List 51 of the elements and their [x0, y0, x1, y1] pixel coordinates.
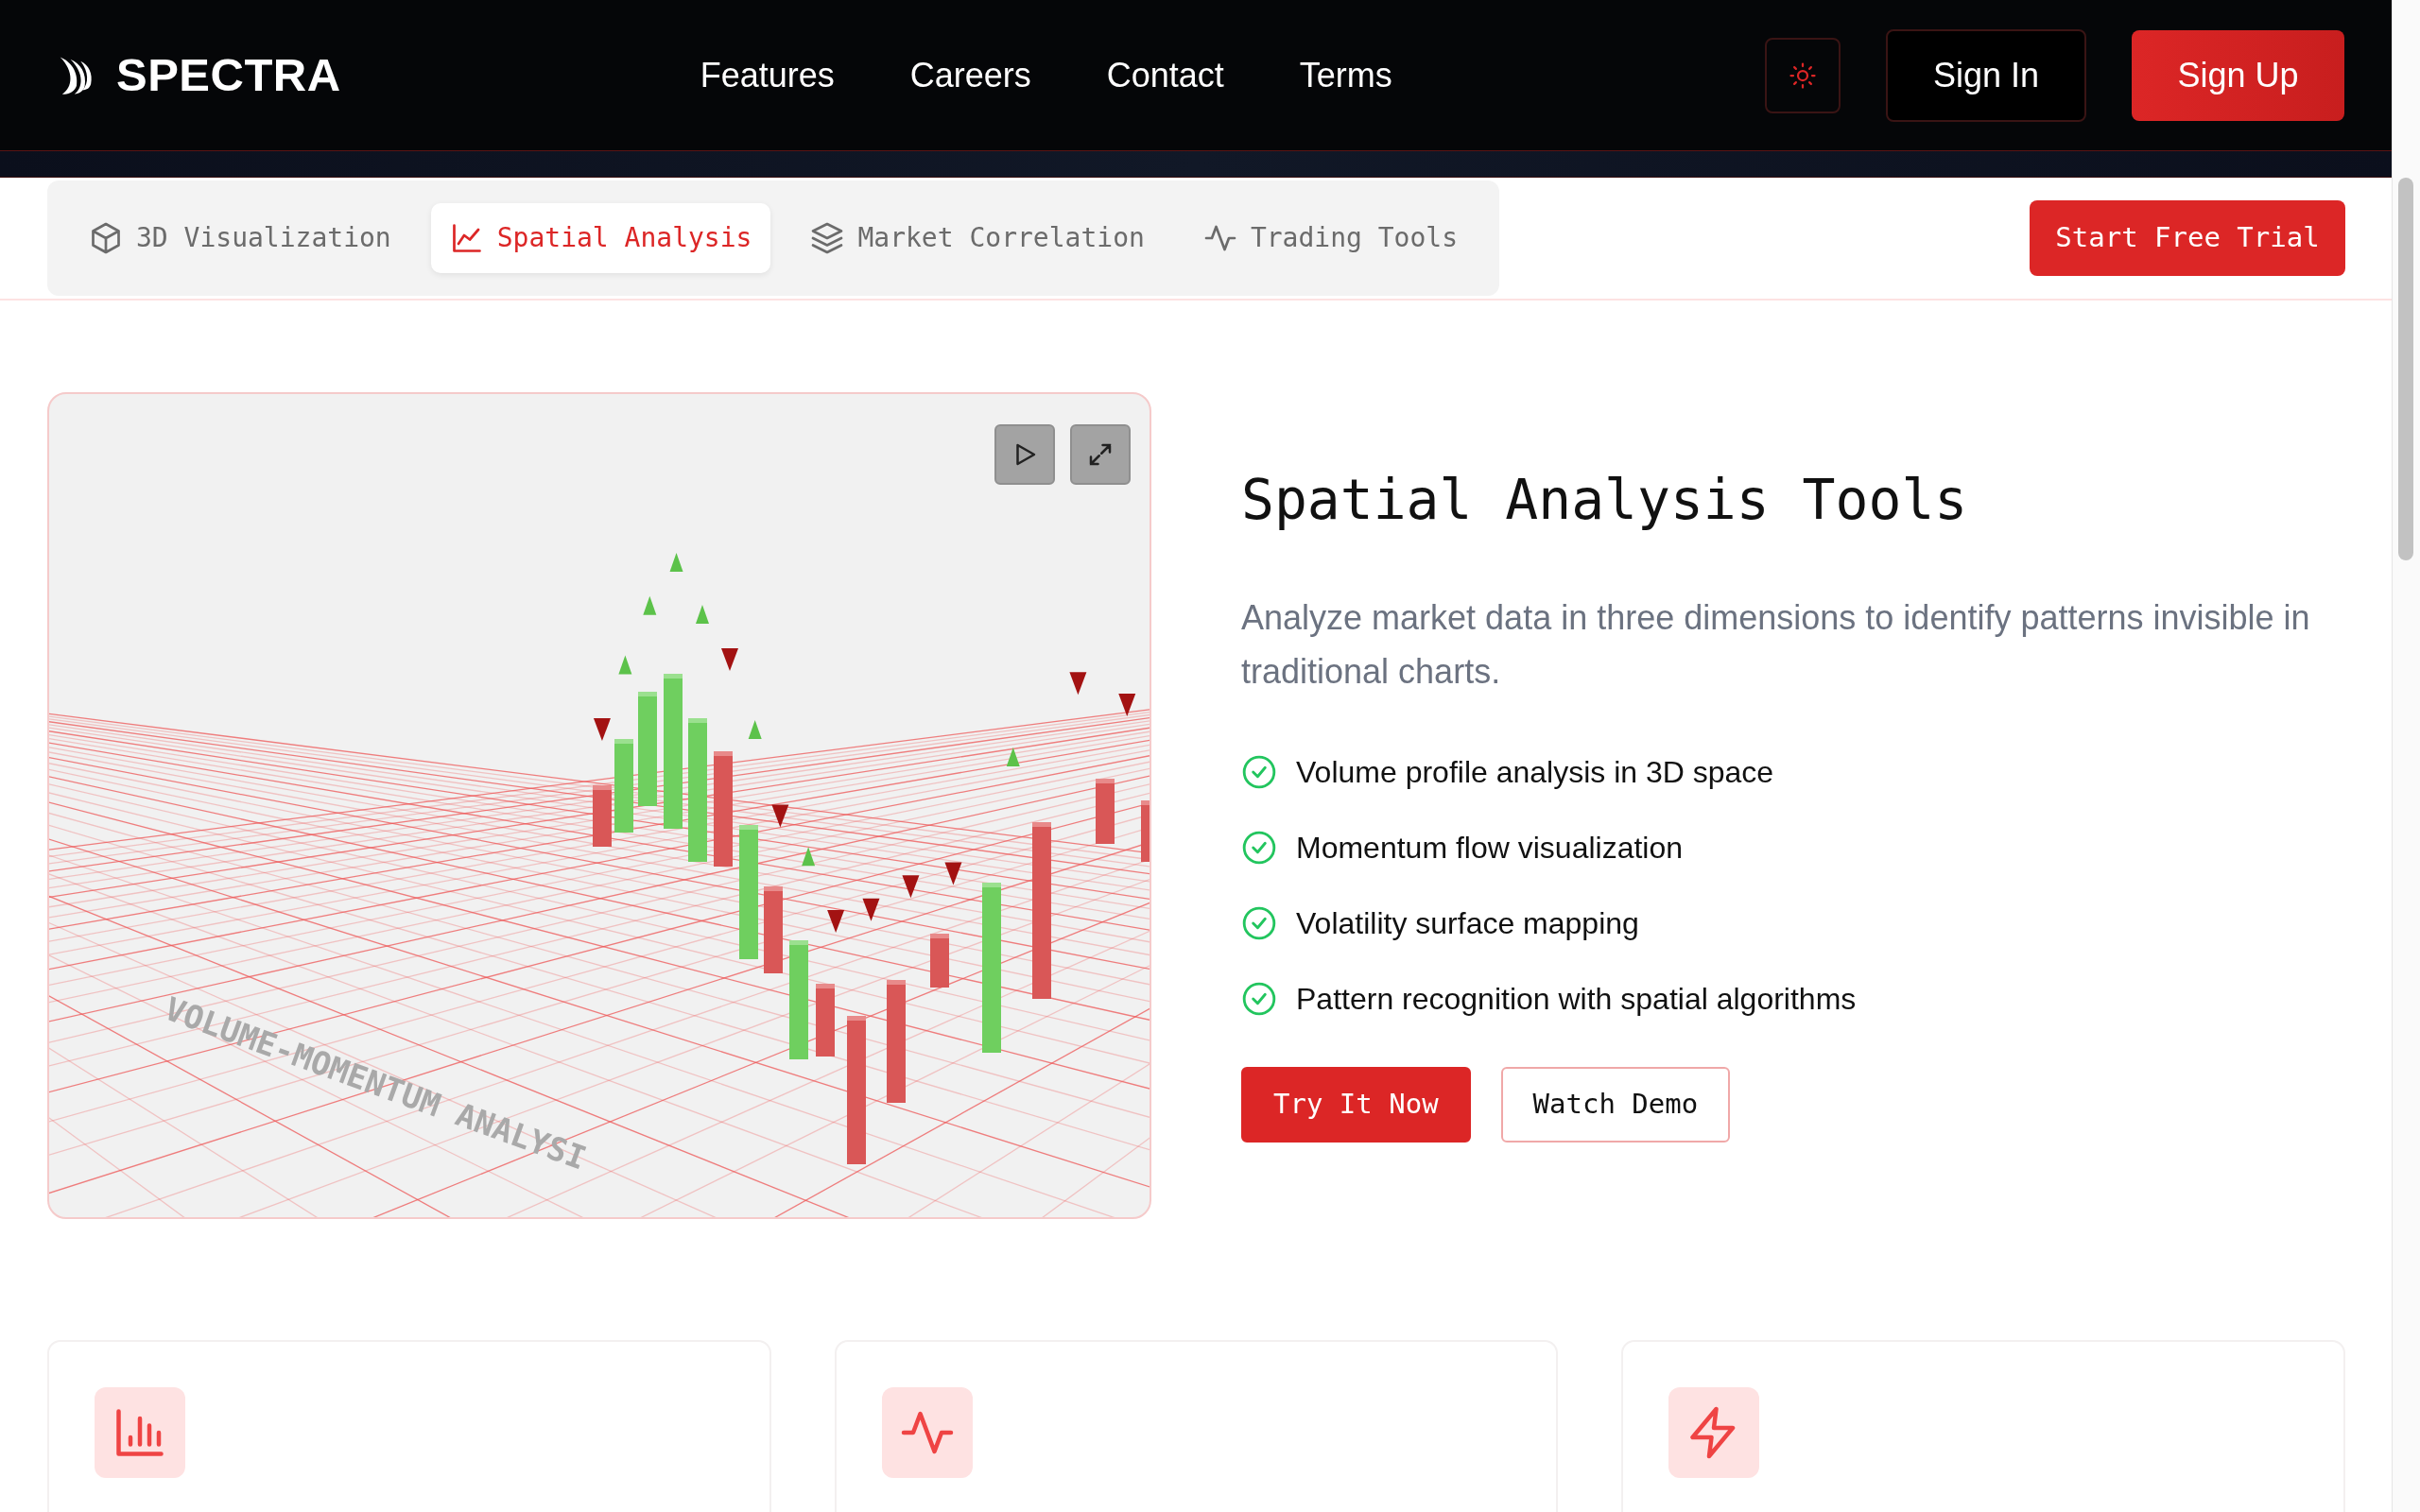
down-cone-marker: [902, 875, 920, 899]
theme-toggle-button[interactable]: [1765, 37, 1841, 113]
tab[interactable]: 3D Visualization: [70, 203, 410, 273]
start-trial-button[interactable]: Start Free Trial: [2030, 200, 2345, 276]
section-description: Analyze market data in three dimensions to identify patterns invisible in traditional charts.: [1241, 596, 2311, 693]
nav-link[interactable]: Careers: [909, 49, 1031, 101]
check-circle-icon: [1241, 829, 1277, 866]
nav-link[interactable]: Terms: [1299, 49, 1392, 101]
check-circle-icon: [1241, 904, 1277, 941]
feature-item: Pattern recognition with spatial algorithms: [1296, 980, 1857, 1018]
down-cone-marker: [721, 648, 738, 672]
section-title: Spatial Analysis Tools: [1241, 468, 1969, 534]
scrollbar-thumb[interactable]: [2398, 178, 2413, 560]
falling-bar: [1141, 800, 1150, 862]
down-cone-marker: [1069, 672, 1087, 696]
up-cone-marker: [618, 655, 632, 675]
falling-bar: [930, 934, 949, 988]
play-button[interactable]: [994, 424, 1055, 485]
up-cone-marker: [1006, 747, 1020, 766]
up-cone-marker: [669, 553, 683, 573]
layers-icon: [810, 221, 845, 255]
up-cone-marker: [696, 605, 709, 624]
down-cone-marker: [827, 909, 845, 933]
nav-link[interactable]: Contact: [1106, 49, 1224, 101]
tab[interactable]: Spatial Analysis: [430, 203, 771, 273]
nav-link[interactable]: Features: [700, 49, 835, 101]
falling-bar: [1096, 779, 1115, 844]
tab[interactable]: Market Correlation: [791, 203, 1164, 273]
check-circle-icon: [1241, 980, 1277, 1017]
cube-icon: [89, 221, 123, 255]
down-cone-marker: [862, 898, 880, 921]
down-cone-marker: [771, 804, 789, 828]
check-circle-icon: [1241, 753, 1277, 790]
up-cone-marker: [748, 720, 762, 740]
feature-item: Volatility surface mapping: [1296, 904, 1639, 942]
falling-bar: [593, 785, 612, 847]
down-cone-marker: [1118, 694, 1136, 717]
feature-item: Momentum flow visualization: [1296, 829, 1684, 867]
watch-demo-button[interactable]: Watch Demo: [1500, 1066, 1731, 1143]
feature-item: Volume profile analysis in 3D space: [1296, 753, 1774, 791]
tab[interactable]: Trading Tools: [1184, 203, 1478, 273]
down-cone-marker: [944, 862, 962, 885]
sign-up-button[interactable]: Sign Up: [2132, 29, 2344, 121]
down-cone-marker: [593, 718, 611, 742]
try-now-button[interactable]: Try It Now: [1241, 1066, 1471, 1143]
up-cone-marker: [643, 595, 657, 615]
sign-in-button[interactable]: Sign In: [1886, 28, 2086, 122]
sun-icon: [1789, 60, 1817, 90]
fullscreen-button[interactable]: [1070, 424, 1131, 485]
up-cone-marker: [802, 847, 816, 867]
brand-name[interactable]: SPECTRA: [116, 40, 341, 111]
